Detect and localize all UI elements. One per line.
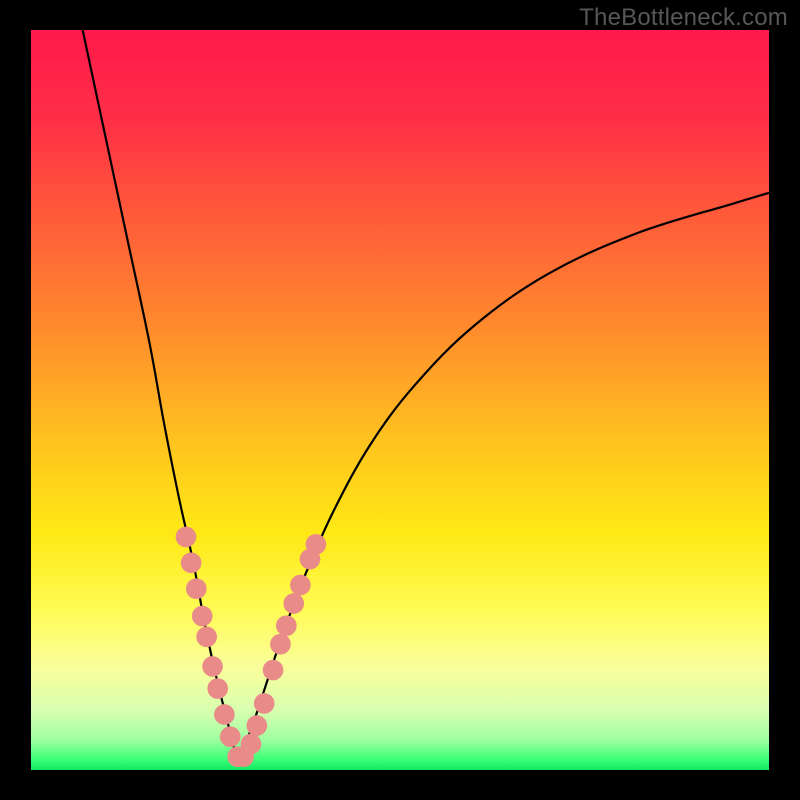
sample-dot xyxy=(276,615,297,636)
sample-dot xyxy=(181,552,202,573)
sample-dot xyxy=(186,578,207,599)
sample-dot xyxy=(263,660,284,681)
sample-dot xyxy=(254,693,275,714)
sample-dot xyxy=(270,634,291,655)
sample-dot xyxy=(207,678,228,699)
sample-dot xyxy=(283,593,304,614)
sample-dot xyxy=(176,527,197,548)
outer-frame: TheBottleneck.com xyxy=(0,0,800,800)
sample-dot xyxy=(241,734,262,755)
sample-dot xyxy=(192,606,213,627)
sample-dot xyxy=(220,726,241,747)
chart-svg xyxy=(31,30,769,770)
sample-dot xyxy=(247,715,268,736)
sample-dot xyxy=(306,534,327,555)
sample-dot xyxy=(214,704,235,725)
sample-dot xyxy=(202,656,223,677)
chart-area xyxy=(31,30,769,770)
sample-dot xyxy=(290,575,311,596)
sample-dot xyxy=(196,626,217,647)
watermark-text: TheBottleneck.com xyxy=(579,4,788,32)
gradient-background xyxy=(31,30,769,770)
